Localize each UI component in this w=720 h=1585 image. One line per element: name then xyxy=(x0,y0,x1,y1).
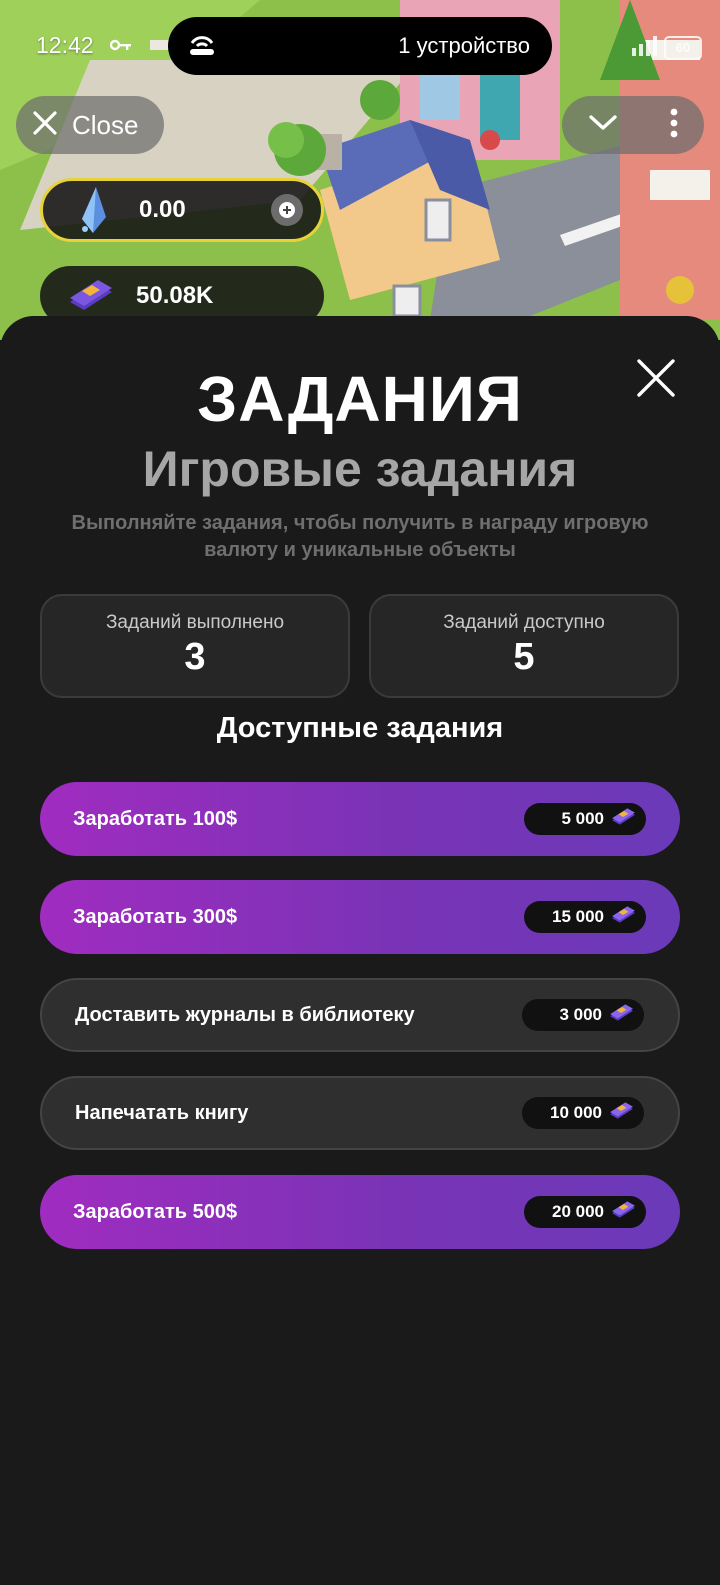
task-reward-badge: 15 000 xyxy=(524,901,646,933)
cash-stack-icon xyxy=(64,270,116,322)
task-label: Заработать 300$ xyxy=(73,905,238,928)
cash-stack-icon xyxy=(610,806,636,833)
crystal-icon xyxy=(67,184,119,236)
task-label: Напечатать книгу xyxy=(75,1101,249,1124)
vpn-key-icon xyxy=(109,38,132,57)
sheet-subtitle: Игровые задания xyxy=(142,441,578,497)
device-connection-pill[interactable]: 1 устройство xyxy=(168,17,552,75)
task-item[interactable]: Заработать 300$ 15 000 xyxy=(40,880,680,954)
cash-stack-icon xyxy=(608,1002,634,1029)
app-menu-controls xyxy=(562,96,704,154)
task-item[interactable]: Заработать 100$ 5 000 xyxy=(40,782,680,856)
task-label: Доставить журналы в библиотеку xyxy=(75,1003,415,1026)
close-app-label: Close xyxy=(72,109,139,140)
task-item[interactable]: Доставить журналы в библиотеку 3 000 xyxy=(40,978,680,1052)
cash-balance-value: 50.08K xyxy=(136,282,214,309)
close-app-button[interactable]: Close xyxy=(16,96,164,154)
task-reward-badge: 10 000 xyxy=(522,1097,644,1129)
cash-stack-icon xyxy=(610,1199,636,1226)
task-reward-value: 3 000 xyxy=(559,1005,602,1024)
task-reward-value: 5 000 xyxy=(561,809,604,828)
available-tasks-heading: Доступные задания xyxy=(216,712,504,744)
close-icon xyxy=(32,110,58,141)
more-options-icon[interactable] xyxy=(670,108,678,143)
chevron-down-icon[interactable] xyxy=(588,113,618,138)
task-reward-value: 10 000 xyxy=(550,1103,602,1122)
crystal-balance-value: 0.00 xyxy=(139,196,186,223)
task-reward-value: 20 000 xyxy=(552,1202,604,1221)
task-reward-badge: 3 000 xyxy=(522,999,644,1031)
task-reward-badge: 20 000 xyxy=(524,1196,646,1228)
task-reward-value: 15 000 xyxy=(552,907,604,926)
available-tasks-value: 5 xyxy=(513,636,535,678)
completed-tasks-card: Заданий выполнено 3 xyxy=(40,594,350,698)
hotspot-icon xyxy=(186,31,218,62)
task-label: Заработать 500$ xyxy=(73,1200,238,1223)
available-tasks-label: Заданий доступно xyxy=(443,612,605,633)
task-item[interactable]: Заработать 500$ 20 000 xyxy=(40,1175,680,1249)
task-reward-badge: 5 000 xyxy=(524,803,646,835)
cash-stack-icon xyxy=(610,904,636,931)
available-tasks-card: Заданий доступно 5 xyxy=(369,594,679,698)
device-count-text: 1 устройство xyxy=(398,33,530,58)
status-time: 12:42 xyxy=(36,32,94,58)
signal-icon xyxy=(632,34,658,61)
completed-tasks-label: Заданий выполнено xyxy=(105,612,285,633)
cash-stack-icon xyxy=(608,1100,634,1127)
sheet-title: ЗАДАНИЯ xyxy=(197,363,523,435)
add-crystals-button[interactable] xyxy=(271,194,303,226)
status-indicators: 60 xyxy=(632,34,702,61)
crystal-balance[interactable]: 0.00 xyxy=(40,178,324,242)
task-item[interactable]: Напечатать книгу 10 000 xyxy=(40,1076,680,1150)
sheet-description: Выполняйте задания, чтобы получить в наг… xyxy=(71,512,649,561)
task-label: Заработать 100$ xyxy=(73,807,238,830)
completed-tasks-value: 3 xyxy=(184,636,206,678)
battery-indicator: 60 xyxy=(664,35,702,60)
